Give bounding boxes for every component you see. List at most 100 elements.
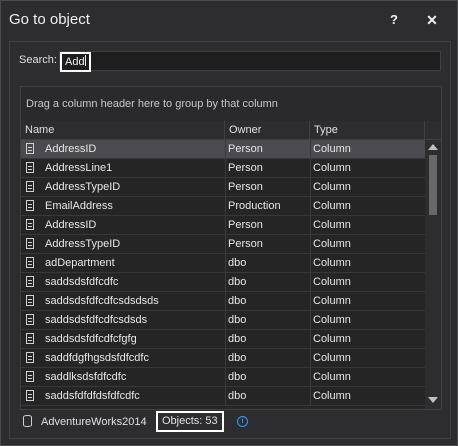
row-name: saddsdsfdfcdfcsdsdsds	[45, 295, 159, 307]
row-owner: Person	[228, 181, 263, 193]
row-name: AddressLine1	[45, 162, 113, 174]
table-row[interactable]: saddsdsfdfcdfcfgfg dbo Column	[21, 330, 425, 349]
cell-divider	[310, 216, 311, 234]
table-row[interactable]: saddsdsfdfcdfcsdsdsds dbo Column	[21, 292, 425, 311]
cell-divider	[310, 159, 311, 177]
row-type: Column	[313, 143, 351, 155]
go-to-object-dialog: Go to object ? ✕ Search: Add Drag a colu…	[0, 0, 458, 446]
status-bar: AdventureWorks2014 Objects: 53 i	[20, 411, 440, 434]
search-label: Search:	[19, 54, 57, 66]
cell-divider	[225, 140, 226, 158]
cell-divider	[310, 292, 311, 310]
table-row[interactable]: saddsdsfdfcdfc dbo Column	[21, 273, 425, 292]
row-type: Column	[313, 390, 351, 402]
results-grid: Drag a column header here to group by th…	[20, 86, 442, 410]
cell-divider	[225, 368, 226, 386]
table-row[interactable]: saddfdgfhgsdsfdfcdfc dbo Column	[21, 349, 425, 368]
column-icon	[26, 371, 34, 382]
search-input[interactable]: Add	[59, 51, 441, 72]
group-by-hint: Drag a column header here to group by th…	[26, 98, 278, 110]
database-name: AdventureWorks2014	[41, 416, 147, 428]
row-owner: dbo	[228, 352, 247, 364]
table-row[interactable]: EmailAddress Production Column	[21, 197, 425, 216]
scroll-up-icon[interactable]	[428, 144, 438, 150]
column-header-type[interactable]: Type	[310, 121, 425, 139]
row-type: Column	[313, 352, 351, 364]
row-type: Column	[313, 257, 351, 269]
row-name: AddressID	[45, 143, 97, 155]
cell-divider	[225, 292, 226, 310]
cell-divider	[225, 216, 226, 234]
row-name: saddsdsfdfcdfcfgfg	[45, 333, 137, 345]
close-button[interactable]: ✕	[420, 9, 444, 31]
table-row[interactable]: AddressID Person Column	[21, 140, 425, 159]
row-owner: Production	[228, 200, 281, 212]
column-icon	[26, 295, 34, 306]
column-icon	[26, 390, 34, 401]
cell-divider	[225, 197, 226, 215]
table-row[interactable]: saddsfdfdfdsfdfcdfc dbo Column	[21, 387, 425, 406]
table-row[interactable]: saddlksdsfdfcdfc dbo Column	[21, 368, 425, 387]
row-type: Column	[313, 371, 351, 383]
row-type: Column	[313, 333, 351, 345]
row-name: saddsdsfdfcdfcsdsds	[45, 314, 148, 326]
row-name: saddlksdsfdfcdfc	[45, 371, 127, 383]
row-type: Column	[313, 200, 351, 212]
scroll-thumb[interactable]	[429, 155, 437, 215]
info-icon[interactable]: i	[237, 416, 248, 427]
row-owner: Person	[228, 219, 263, 231]
group-by-panel[interactable]: Drag a column header here to group by th…	[21, 87, 441, 122]
table-row[interactable]: AddressTypeID Person Column	[21, 235, 425, 254]
row-owner: dbo	[228, 295, 247, 307]
cell-divider	[225, 159, 226, 177]
grid-rows: AddressID Person Column AddressLine1 Person C…	[21, 140, 425, 406]
row-owner: Person	[228, 162, 263, 174]
row-owner: Person	[228, 143, 263, 155]
title-bar: Go to object ? ✕	[1, 1, 457, 37]
row-name: saddsfdfdfdsfdfcdfc	[45, 390, 140, 402]
column-icon	[26, 219, 34, 230]
column-icon	[26, 352, 34, 363]
column-icon	[26, 276, 34, 287]
row-type: Column	[313, 238, 351, 250]
cell-divider	[310, 330, 311, 348]
database-icon	[23, 415, 32, 427]
cell-divider	[310, 387, 311, 405]
row-owner: Person	[228, 238, 263, 250]
cell-divider	[310, 311, 311, 329]
row-owner: dbo	[228, 390, 247, 402]
cell-divider	[225, 178, 226, 196]
row-type: Column	[313, 162, 351, 174]
cell-divider	[225, 349, 226, 367]
cell-divider	[225, 311, 226, 329]
column-icon	[26, 181, 34, 192]
content-panel: Search: Add Drag a column header here to…	[9, 41, 451, 439]
column-icon	[26, 314, 34, 325]
row-type: Column	[313, 219, 351, 231]
table-row[interactable]: adDepartment dbo Column	[21, 254, 425, 273]
row-name: saddsdsfdfcdfc	[45, 276, 119, 288]
column-header-name[interactable]: Name	[21, 121, 225, 139]
table-row[interactable]: AddressTypeID Person Column	[21, 178, 425, 197]
cell-divider	[310, 273, 311, 291]
row-owner: dbo	[228, 314, 247, 326]
row-name: AddressTypeID	[45, 238, 121, 250]
table-row[interactable]: saddsdsfdfcdfcsdsds dbo Column	[21, 311, 425, 330]
cell-divider	[310, 235, 311, 253]
table-row[interactable]: AddressID Person Column	[21, 216, 425, 235]
object-count: Objects: 53	[156, 411, 224, 432]
column-icon	[26, 162, 34, 173]
column-icon	[26, 143, 34, 154]
search-value[interactable]: Add	[60, 52, 91, 72]
table-row[interactable]: AddressLine1 Person Column	[21, 159, 425, 178]
row-name: AddressID	[45, 219, 97, 231]
row-name: saddfdgfhgsdsfdfcdfc	[45, 352, 149, 364]
help-button[interactable]: ?	[382, 9, 406, 31]
cell-divider	[225, 273, 226, 291]
row-owner: dbo	[228, 276, 247, 288]
column-icon	[26, 257, 34, 268]
column-icon	[26, 238, 34, 249]
vertical-scrollbar[interactable]	[425, 140, 441, 409]
column-header-owner[interactable]: Owner	[225, 121, 310, 139]
scroll-down-icon[interactable]	[428, 397, 438, 403]
